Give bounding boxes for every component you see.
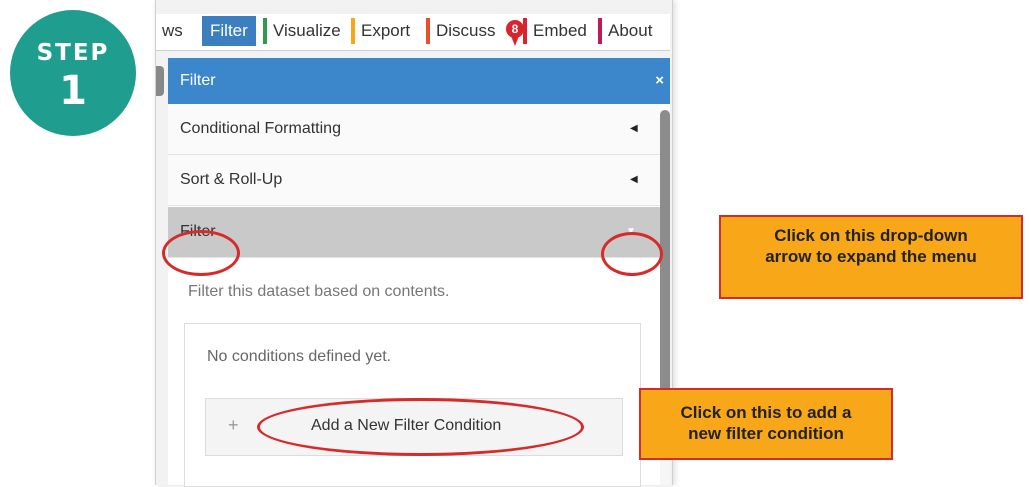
tab-color-bar (263, 18, 267, 44)
no-conditions-text: No conditions defined yet. (207, 348, 392, 365)
section-label: Sort & Roll-Up (180, 171, 283, 188)
callout-add-condition: Click on this to add a new filter condit… (639, 388, 893, 460)
tab-views[interactable]: ws (160, 16, 189, 46)
collapse-arrow-icon[interactable]: ◀ (630, 104, 638, 154)
tab-filter[interactable]: Filter (202, 16, 256, 46)
close-icon[interactable]: × (655, 58, 664, 104)
highlight-ring-add-button (257, 398, 584, 456)
tab-bar: ws Filter Visualize Export Discuss Embed… (156, 14, 670, 51)
step-word: STEP (36, 40, 110, 66)
collapse-arrow-icon[interactable]: ◀ (630, 155, 638, 205)
callout-line: Click on this drop-down (774, 226, 968, 245)
panel-title: Filter (180, 72, 216, 89)
section-label: Conditional Formatting (180, 120, 341, 137)
left-scroll-handle[interactable] (156, 66, 164, 96)
callout-line: new filter condition (688, 424, 844, 443)
panel-header: Filter × (168, 58, 670, 104)
callout-dropdown: Click on this drop-down arrow to expand … (719, 215, 1023, 299)
step-badge: STEP 1 (10, 10, 136, 136)
tab-color-bar (351, 18, 355, 44)
tab-export[interactable]: Export (351, 16, 417, 46)
highlight-ring-filter-label (162, 230, 240, 276)
tab-visualize[interactable]: Visualize (263, 16, 347, 46)
tab-discuss[interactable]: Discuss (426, 16, 502, 46)
section-conditional-formatting[interactable]: Conditional Formatting ◀ (168, 104, 660, 155)
tab-about[interactable]: About (598, 16, 659, 46)
tab-color-bar (598, 18, 602, 44)
filter-description: Filter this dataset based on contents. (188, 283, 450, 300)
callout-line: arrow to expand the menu (765, 247, 977, 266)
section-sort-rollup[interactable]: Sort & Roll-Up ◀ (168, 155, 660, 206)
discuss-count-badge: 8 (506, 20, 524, 38)
callout-line: Click on this to add a (680, 403, 852, 422)
highlight-ring-dropdown-arrow (601, 232, 663, 276)
step-number: 1 (59, 68, 87, 114)
tab-color-bar (426, 18, 430, 44)
section-filter[interactable]: Filter ▼ (168, 207, 660, 258)
tab-embed[interactable]: Embed (523, 16, 593, 46)
plus-icon: + (228, 415, 239, 435)
